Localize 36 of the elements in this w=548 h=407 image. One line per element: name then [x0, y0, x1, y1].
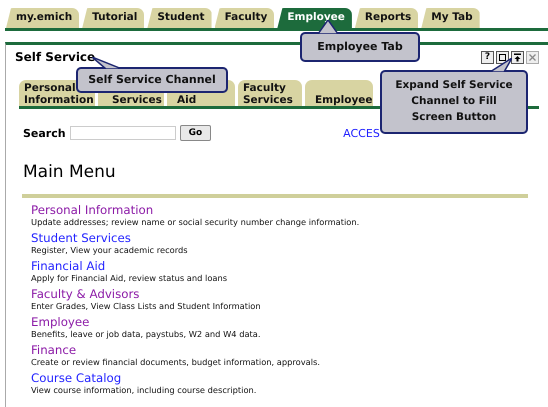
- channel-tab[interactable]: Faculty Services: [238, 80, 302, 106]
- menu-description: Enter Grades, View Class Lists and Student Information: [31, 301, 262, 312]
- menu-link[interactable]: Course Catalog: [31, 371, 548, 385]
- menu-link[interactable]: Student Services: [31, 231, 548, 245]
- arrow-up-icon: [512, 52, 523, 62]
- menu-link[interactable]: Personal Information: [31, 203, 548, 217]
- channel-tab[interactable]: Employee: [305, 80, 373, 106]
- link[interactable]: ACCES: [343, 126, 380, 140]
- menu-link[interactable]: Employee: [31, 315, 548, 329]
- help-button[interactable]: ?: [481, 50, 494, 64]
- square-icon: [497, 52, 508, 62]
- menu-description: Apply for Financial Aid, review status and loans: [31, 273, 228, 284]
- portal-tab[interactable]: Employee: [277, 8, 352, 28]
- menu-description: View course information, including course description.: [31, 385, 258, 396]
- portal-tab[interactable]: my.emich: [6, 8, 80, 28]
- maximize-button[interactable]: [511, 50, 524, 64]
- menu-description: Register, View your academic records: [31, 245, 189, 256]
- portal-tab[interactable]: Tutorial: [82, 8, 144, 28]
- close-icon: [527, 52, 538, 62]
- portal-tab[interactable]: Faculty: [214, 8, 274, 28]
- menu-link[interactable]: Financial Aid: [31, 259, 548, 273]
- expand-button[interactable]: [496, 50, 509, 64]
- menu-description: Create or review financial documents, budget information, approvals.: [31, 357, 321, 368]
- portal-tab[interactable]: Student: [147, 8, 212, 28]
- channel-title: Self Service: [15, 50, 96, 64]
- search-label: Search: [23, 126, 66, 140]
- menu-description: Update addresses; review name or social security number change information.: [31, 217, 360, 228]
- go-button[interactable]: Go: [180, 125, 212, 141]
- portal-tab[interactable]: Reports: [354, 8, 418, 28]
- callout-tooltip: Expand Self Service Channel to Fill Screen Button: [380, 70, 528, 134]
- menu-description: Benefits, leave or job data, paystubs, W2 and W4 data.: [31, 329, 262, 340]
- menu-link[interactable]: Finance: [31, 343, 548, 357]
- menu-heading: Main Menu: [23, 162, 117, 184]
- search-field[interactable]: [70, 126, 176, 140]
- portal-tab[interactable]: My Tab: [421, 8, 480, 28]
- menu-link[interactable]: Faculty & Advisors: [31, 287, 548, 301]
